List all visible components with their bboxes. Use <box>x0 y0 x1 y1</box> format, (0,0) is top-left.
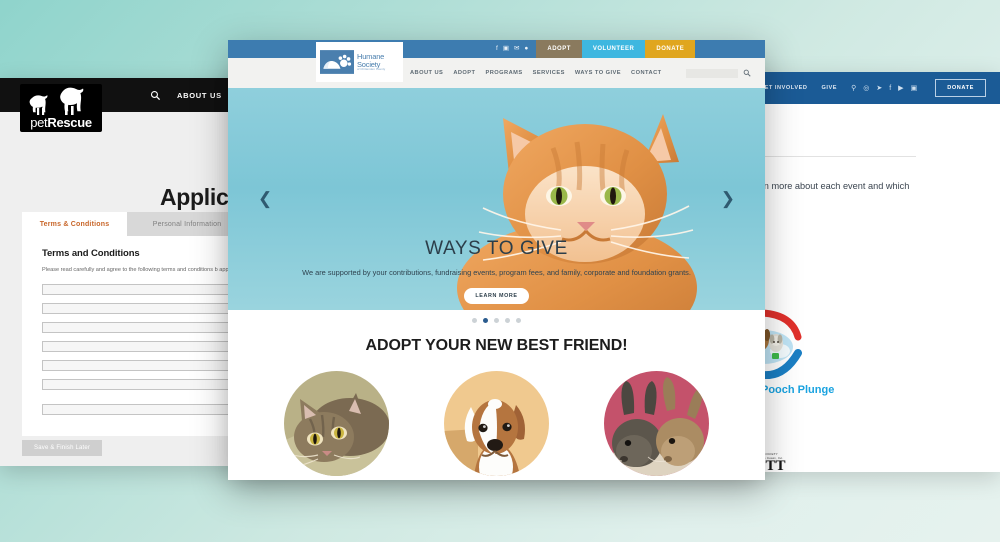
hand-and-pawprint-icon <box>320 50 354 74</box>
carousel-prev-button[interactable]: ❮ <box>258 189 272 209</box>
dog-photo <box>444 371 549 476</box>
hero-subtitle: We are supported by your contributions, … <box>302 268 691 277</box>
twitter-icon[interactable]: ➤ <box>876 85 882 92</box>
mail-icon[interactable]: ✉ <box>514 45 519 53</box>
cat-photo <box>284 371 389 476</box>
carousel-dot-4[interactable] <box>505 318 510 323</box>
nav-ways-to-give[interactable]: WAYS TO GIVE <box>575 70 621 76</box>
pet-rescue-wordmark: petRescue <box>30 115 92 130</box>
humane-society-logo[interactable]: Humane Society of Chittenden County <box>316 42 403 82</box>
adopt-button[interactable]: ADOPT <box>536 40 582 58</box>
facebook-icon[interactable]: f <box>889 85 891 92</box>
nav-get-involved[interactable]: GET INVOLVED <box>760 85 808 91</box>
rabbits-illustration <box>604 371 709 476</box>
hero-carousel[interactable]: ❮ ❯ WAYS TO GIVE We are supported by you… <box>228 88 765 310</box>
carousel-dot-3[interactable] <box>494 318 499 323</box>
adopt-category-dogs[interactable]: VIEW DOGS <box>444 371 549 480</box>
dog-illustration <box>444 371 549 476</box>
search-input[interactable] <box>686 68 738 78</box>
primary-nav: ABOUT US ADOPT PROGRAMS SERVICES WAYS TO… <box>410 70 662 76</box>
nav-about-us[interactable]: ABOUT US <box>410 70 443 76</box>
flickr-icon[interactable]: ▣ <box>911 85 918 92</box>
youtube-icon[interactable]: ▶ <box>898 85 903 92</box>
logo-line-3: of Chittenden County <box>357 67 386 72</box>
carousel-dot-1[interactable] <box>472 318 477 323</box>
search-icon[interactable] <box>743 69 751 77</box>
adopt-section-heading: ADOPT YOUR NEW BEST FRIEND! <box>365 337 628 354</box>
nav-programs[interactable]: PROGRAMS <box>485 70 522 76</box>
pet-rescue-logo[interactable]: petRescue <box>20 84 102 132</box>
pet-rescue-nav-about[interactable]: ABOUT US <box>177 91 222 100</box>
donate-button[interactable]: DONATE <box>645 40 696 58</box>
social-icon-group: f ▣ ✉ ● <box>496 45 528 53</box>
adopt-categories: VIEW CATS <box>228 371 765 480</box>
volunteer-button[interactable]: VOLUNTEER <box>581 40 646 58</box>
nav-contact[interactable]: CONTACT <box>631 70 662 76</box>
carousel-dot-5[interactable] <box>516 318 521 323</box>
save-and-finish-later-button[interactable]: Save & Finish Later <box>22 440 103 456</box>
pets-silhouette-icon <box>29 87 84 115</box>
rss-icon[interactable]: ● <box>524 45 528 53</box>
nav-services[interactable]: SERVICES <box>533 70 565 76</box>
carousel-dot-2[interactable] <box>483 318 488 323</box>
learn-more-button[interactable]: LEARN MORE <box>464 287 529 304</box>
instagram-icon[interactable]: ◎ <box>863 85 869 92</box>
nav-adopt[interactable]: ADOPT <box>453 70 475 76</box>
adopt-category-small-animals[interactable]: VIEW SMALL ANIMALS <box>604 371 709 480</box>
search-icon[interactable]: ⚲ <box>851 85 856 92</box>
humane-society-home-window[interactable]: f ▣ ✉ ● ADOPT VOLUNTEER DONATE Humane So… <box>228 40 765 480</box>
utility-bar: f ▣ ✉ ● ADOPT VOLUNTEER DONATE <box>228 40 765 58</box>
carousel-next-button[interactable]: ❯ <box>721 189 735 209</box>
hero-copy: WAYS TO GIVE We are supported by your co… <box>228 238 765 304</box>
donate-button[interactable]: DONATE <box>935 79 986 97</box>
facebook-icon[interactable]: f <box>496 45 498 53</box>
adopt-category-cats[interactable]: VIEW CATS <box>284 371 389 480</box>
hero-title: WAYS TO GIVE <box>425 238 568 259</box>
tab-terms-conditions[interactable]: Terms & Conditions <box>22 212 127 236</box>
social-icon-group: ⚲ ◎ ➤ f ▶ ▣ <box>851 85 917 92</box>
carousel-dots <box>228 318 765 323</box>
search-area <box>686 68 751 78</box>
instagram-icon[interactable]: ▣ <box>503 45 509 53</box>
main-menu-bar: Humane Society of Chittenden County ABOU… <box>228 42 765 88</box>
cat-illustration <box>284 371 389 476</box>
search-icon[interactable] <box>150 90 161 101</box>
rabbits-photo <box>604 371 709 476</box>
nav-give[interactable]: GIVE <box>822 85 838 91</box>
